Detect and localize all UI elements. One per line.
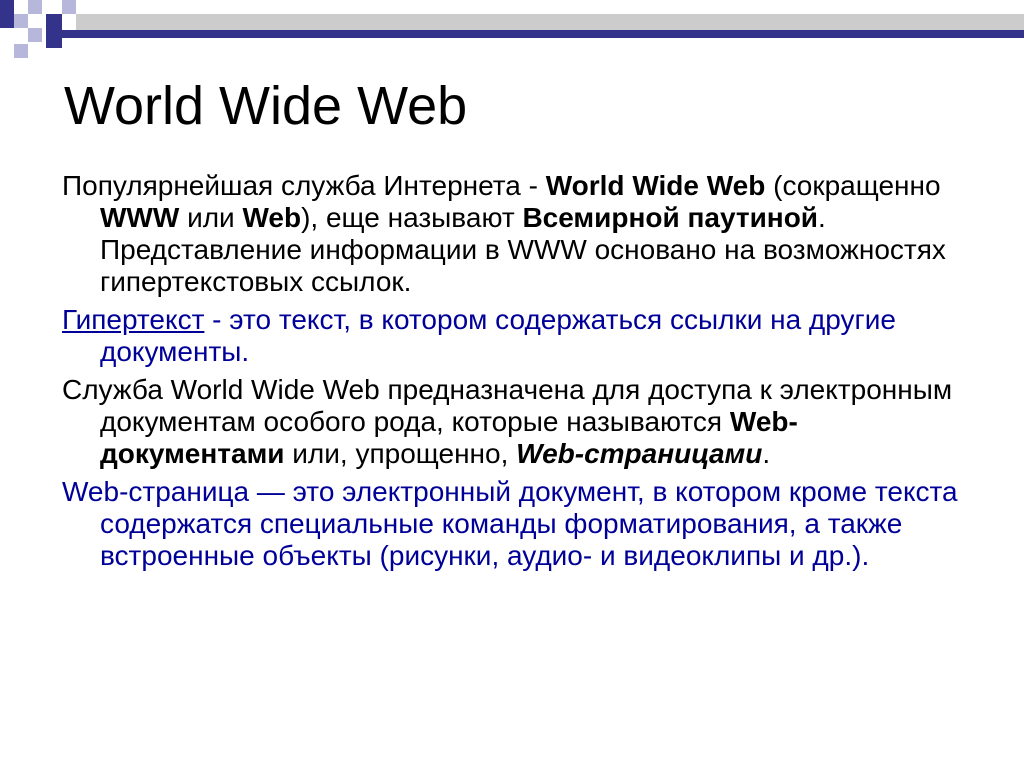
deco-square-lavender-5 — [62, 0, 76, 14]
deco-square-navy-2 — [46, 14, 62, 48]
deco-square-lavender-1 — [14, 14, 28, 28]
text-segment: или, упрощенно, — [284, 438, 517, 469]
paragraph-www-intro: Популярнейшая служба Интернета - World W… — [62, 170, 962, 298]
deco-square-navy-1 — [0, 0, 14, 28]
deco-square-lavender-2 — [28, 0, 42, 14]
text-segment: Web-страница — это электронный документ,… — [62, 476, 958, 571]
paragraph-hypertext: Гипертекст - это текст, в котором содерж… — [62, 304, 962, 368]
bold-italic-term-web-pages: Web-страницами — [516, 438, 763, 469]
bold-term-world-wide-web: World Wide Web — [545, 170, 766, 201]
paragraph-web-page-definition: Web-страница — это электронный документ,… — [62, 476, 962, 572]
text-segment: - это текст, в котором содержаться ссылк… — [100, 304, 896, 367]
text-segment: или — [179, 202, 243, 233]
deco-square-lavender-3 — [28, 28, 42, 42]
hypertext-link[interactable]: Гипертекст — [62, 304, 204, 335]
deco-gray-bar — [76, 14, 1024, 30]
slide-title: World Wide Web — [64, 76, 468, 136]
text-segment: ), еще называют — [301, 202, 523, 233]
bold-term-www: WWW — [100, 202, 180, 233]
text-segment: (сокращенно — [765, 170, 941, 201]
bold-term-web: Web — [242, 202, 302, 233]
paragraph-www-purpose: Служба World Wide Web предназначена для … — [62, 374, 962, 470]
text-segment: Популярнейшая служба Интернета - — [62, 170, 546, 201]
bold-term-world-web-ru: Всемирной паутиной — [522, 202, 819, 233]
slide-body: Популярнейшая служба Интернета - World W… — [62, 170, 962, 578]
text-segment: Служба World Wide Web предназначена для … — [62, 374, 953, 437]
deco-square-lavender-4 — [14, 44, 28, 58]
text-segment: . — [762, 438, 771, 469]
deco-navy-bar — [62, 30, 1024, 38]
decorative-header-squares — [0, 0, 1024, 58]
